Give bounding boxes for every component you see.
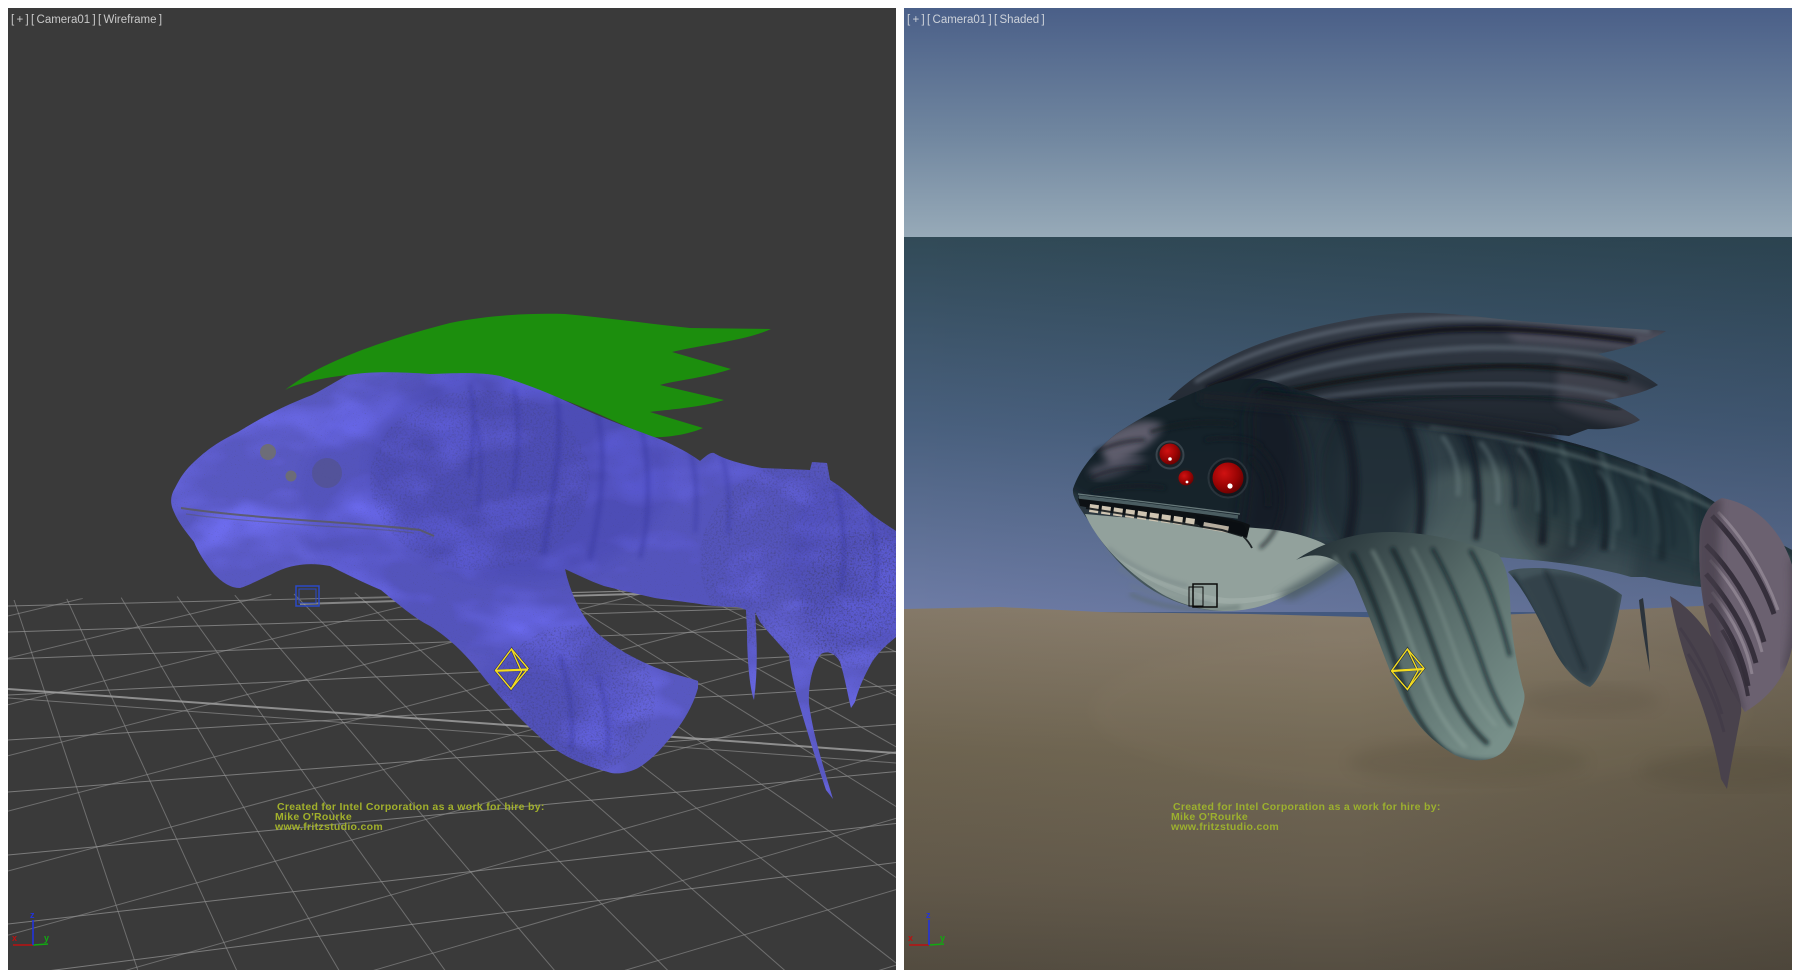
svg-text:y: y	[44, 933, 49, 943]
svg-text:www.fritzstudio.com: www.fritzstudio.com	[274, 821, 383, 833]
svg-text:y: y	[940, 933, 945, 943]
svg-text:x: x	[12, 933, 17, 943]
svg-text:www.fritzstudio.com: www.fritzstudio.com	[1170, 821, 1279, 833]
svg-text:x: x	[908, 933, 913, 943]
svg-text:z: z	[926, 910, 931, 920]
svg-text:z: z	[30, 910, 35, 920]
